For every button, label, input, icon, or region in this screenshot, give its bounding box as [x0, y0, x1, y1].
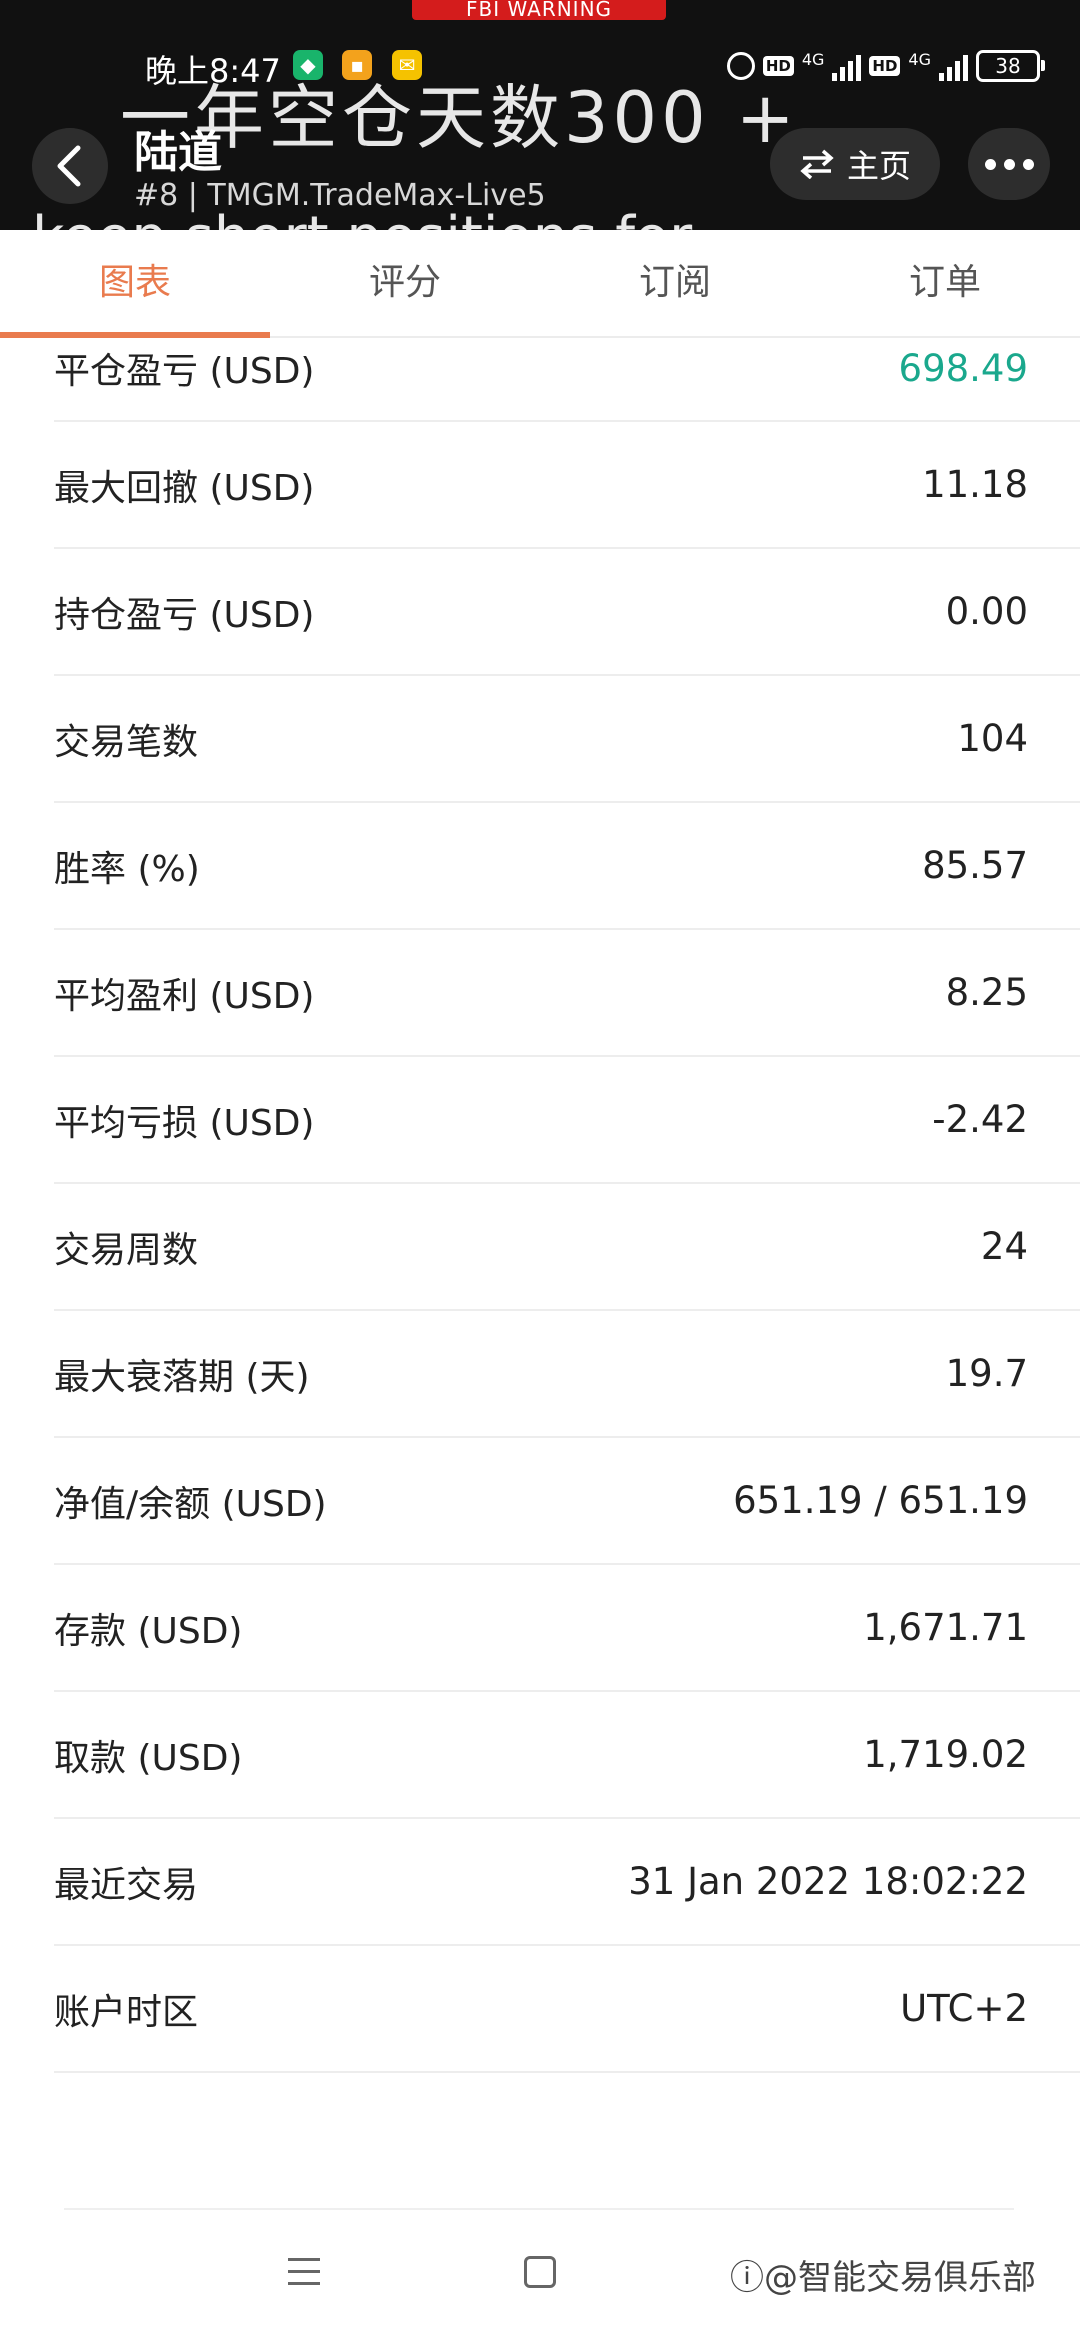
stat-row-max-decline-period: 最大衰落期 (天) 19.7	[54, 1311, 1080, 1438]
stat-value: 651.19 / 651.19	[733, 1479, 1028, 1522]
watermark-text: 智能交易俱乐部	[798, 2258, 1036, 2298]
page-title: 陆道	[134, 127, 222, 178]
more-dot-icon	[1003, 158, 1015, 170]
stat-row-trading-weeks: 交易周数 24	[54, 1184, 1080, 1311]
stat-value: 698.49	[898, 346, 1028, 390]
hd-badge-2: HD	[869, 56, 901, 76]
stat-row-equity-balance: 净值/余额 (USD) 651.19 / 651.19	[54, 1438, 1080, 1565]
stat-row-withdrawal: 取款 (USD) 1,719.02	[54, 1692, 1080, 1819]
tab-orders[interactable]: 订单	[810, 230, 1080, 336]
stat-label: 存款 (USD)	[54, 1610, 243, 1652]
stat-value: -2.42	[932, 1098, 1028, 1141]
stat-row-open-pnl: 持仓盈亏 (USD) 0.00	[54, 549, 1080, 676]
swap-arrows-icon	[800, 149, 834, 179]
back-button[interactable]	[32, 128, 108, 204]
chevron-left-icon	[57, 145, 81, 187]
stat-row-win-rate: 胜率 (%) 85.57	[54, 803, 1080, 930]
stat-row-last-trade: 最近交易 31 Jan 2022 18:02:22	[54, 1819, 1080, 1946]
stat-label: 净值/余额 (USD)	[54, 1483, 327, 1525]
stat-row-closed-pnl: 平仓盈亏 (USD) 698.49	[54, 336, 1080, 422]
stat-value: 31 Jan 2022 18:02:22	[628, 1860, 1028, 1903]
stat-label: 交易笔数	[54, 721, 199, 763]
stat-label: 平均亏损 (USD)	[54, 1102, 315, 1144]
top-header: FBI WARNING 晚上8:47 ◆ ▪ ✉ HD 4G HD 4G 38 …	[0, 0, 1080, 230]
stat-label: 交易周数	[54, 1229, 199, 1271]
stat-label: 取款 (USD)	[54, 1737, 243, 1779]
stat-row-deposit: 存款 (USD) 1,671.71	[54, 1565, 1080, 1692]
stat-value: 0.00	[945, 590, 1028, 633]
home-button[interactable]: 主页	[770, 128, 940, 200]
stat-value: 1,719.02	[863, 1733, 1028, 1776]
stat-value: 1,671.71	[863, 1606, 1028, 1649]
stat-label: 持仓盈亏 (USD)	[54, 594, 315, 636]
stat-label: 平仓盈亏 (USD)	[54, 351, 315, 392]
signal-icon-2	[939, 51, 968, 81]
home-button-label: 主页	[846, 147, 911, 185]
stat-label: 账户时区	[54, 1991, 199, 2033]
battery-icon: 38	[976, 50, 1045, 82]
nav-divider	[64, 2208, 1014, 2210]
stat-value: UTC+2	[900, 1987, 1028, 2030]
stat-row-max-drawdown: 最大回撤 (USD) 11.18	[54, 422, 1080, 549]
stat-label: 最近交易	[54, 1864, 199, 1906]
stat-row-avg-loss: 平均亏损 (USD) -2.42	[54, 1057, 1080, 1184]
stat-value: 104	[957, 717, 1028, 760]
stats-list[interactable]: 平仓盈亏 (USD) 698.49 最大回撤 (USD) 11.18 持仓盈亏 …	[0, 336, 1080, 2073]
stat-value: 8.25	[945, 971, 1028, 1014]
stat-row-trade-count: 交易笔数 104	[54, 676, 1080, 803]
more-options-button[interactable]	[968, 128, 1050, 200]
stat-value: 85.57	[922, 844, 1028, 887]
stat-value: 24	[980, 1225, 1028, 1268]
more-dot-icon	[984, 158, 996, 170]
stat-label: 最大回撤 (USD)	[54, 467, 315, 509]
stat-value: 11.18	[922, 463, 1028, 506]
stat-label: 最大衰落期 (天)	[54, 1356, 310, 1398]
tab-bar: 图表 评分 订阅 订单	[0, 230, 1080, 338]
tab-subscribe[interactable]: 订阅	[540, 230, 810, 336]
signal-icon-1	[832, 51, 862, 81]
network-label-2: 4G	[908, 49, 931, 69]
stat-row-timezone: 账户时区 UTC+2	[54, 1946, 1080, 2073]
stat-value: 19.7	[945, 1352, 1028, 1395]
nav-home-icon[interactable]	[524, 2256, 556, 2288]
nav-menu-icon[interactable]	[288, 2258, 320, 2294]
account-subtitle: #8 | TMGM.TradeMax-Live5	[134, 178, 546, 213]
network-label-1: 4G	[801, 49, 825, 69]
warning-tag: FBI WARNING	[412, 0, 666, 20]
stat-row-avg-profit: 平均盈利 (USD) 8.25	[54, 930, 1080, 1057]
tab-chart[interactable]: 图表	[0, 230, 270, 338]
stat-label: 胜率 (%)	[54, 848, 200, 890]
more-dot-icon	[1022, 158, 1034, 170]
tab-rating[interactable]: 评分	[270, 230, 540, 336]
stat-label: 平均盈利 (USD)	[54, 975, 315, 1017]
watermark: ⓘ@智能交易俱乐部	[730, 2258, 1036, 2298]
